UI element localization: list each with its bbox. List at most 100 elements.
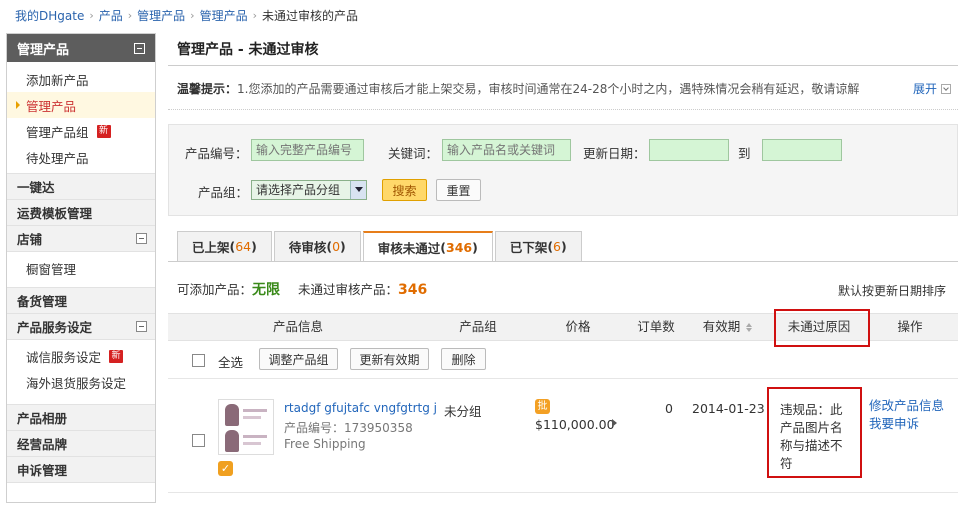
product-group-select[interactable]: 请选择产品分组 [251,180,367,200]
delete-button[interactable]: 删除 [441,348,486,370]
product-group-select-value: 请选择产品分组 [256,183,341,197]
failed-count: 346 [398,282,428,298]
summary-bar: 可添加产品：无限 未通过审核产品：346 [177,279,427,299]
new-badge: 新 [96,124,111,138]
sidebar: 管理产品 添加新产品 管理产品 管理产品组新 待处理产品 一键达 运费模板管理 … [6,33,156,503]
divider [168,109,958,110]
date-to-input[interactable] [762,139,842,161]
sidebar-group-label: 申诉管理 [17,463,68,478]
caret-right-icon[interactable] [612,419,617,427]
sidebar-item-manage-products[interactable]: 管理产品 [7,92,155,118]
expand-label: 展开 [912,82,937,96]
sidebar-group-label: 备货管理 [17,294,68,309]
sidebar-item-add-product[interactable]: 添加新产品 [7,66,155,92]
page-title: 管理产品 - 未通过审核 [168,33,958,66]
tab-listed[interactable]: 已上架(64) [177,231,272,261]
breadcrumb-link-products[interactable]: 产品 [99,7,123,24]
sidebar-item-pending-products[interactable]: 待处理产品 [7,144,155,170]
collapse-icon[interactable] [136,233,147,244]
sidebar-group-label: 经营品牌 [17,437,68,452]
product-code-input[interactable] [251,139,364,161]
date-from-input[interactable] [649,139,729,161]
collapse-icon[interactable] [134,42,145,54]
sidebar-group-service-settings[interactable]: 产品服务设定 [7,313,155,340]
bulk-actions-bar: 全选 调整产品组 更新有效期 删除 [168,345,958,375]
tab-pending-review[interactable]: 待审核(0) [273,231,361,261]
addable-label: 可添加产品： [177,282,253,297]
sidebar-item-integrity-service[interactable]: 诚信服务设定新 [7,343,155,369]
sidebar-header-manage-products[interactable]: 管理产品 [7,34,155,62]
sidebar-item-label: 诚信服务设定 [26,349,102,365]
tab-count: 346 [446,240,473,255]
column-header-expiry[interactable]: 有效期 [688,314,768,342]
sidebar-group-store[interactable]: 店铺 [7,225,155,252]
appeal-link[interactable]: 我要申诉 [869,415,944,433]
expiry-date: 2014-01-23 [692,401,765,416]
tab-count: 64 [235,239,252,254]
breadcrumb-separator: › [190,8,195,22]
product-group-label: 产品组： [198,185,249,200]
wholesale-badge-icon: 批 [535,399,550,414]
highlight-box [774,309,870,347]
sidebar-group-stock[interactable]: 备货管理 [7,287,155,314]
sidebar-group-freight-template[interactable]: 运费模板管理 [7,199,155,226]
sidebar-item-product-groups[interactable]: 管理产品组新 [7,118,155,144]
shipping-label: Free Shipping [284,437,366,451]
update-expiry-button[interactable]: 更新有效期 [350,348,429,370]
sidebar-item-label: 橱窗管理 [26,261,77,277]
tab-label: 审核未通过 [377,241,441,256]
sidebar-submenu-service: 诚信服务设定新 海外退货服务设定 [7,340,155,398]
keyword-input[interactable] [442,139,571,161]
fail-reason-text: 违规品：此产品图片名称与描述不符 [780,402,843,471]
tab-review-failed[interactable]: 审核未通过(346) [362,231,493,262]
status-tabs: 已上架(64) 待审核(0) 审核未通过(346) 已下架(6) [177,231,584,262]
product-thumbnail[interactable] [218,399,274,455]
breadcrumb-link-manage-products-2[interactable]: 管理产品 [200,7,248,24]
select-all-checkbox[interactable] [192,354,205,367]
reset-button[interactable]: 重置 [436,179,481,201]
expand-link[interactable]: 展开 [913,80,951,97]
tab-delisted[interactable]: 已下架(6) [494,231,582,261]
price-value: $110,000.00 [535,417,615,432]
tab-label: 已下架 [509,240,548,255]
adjust-group-button[interactable]: 调整产品组 [259,348,338,370]
product-code: 产品编号：173950358 [284,421,413,435]
sidebar-group-appeal[interactable]: 申诉管理 [7,456,155,483]
keyword-label: 关键词： [388,146,439,161]
sidebar-group-yijianda[interactable]: 一键达 [7,173,155,200]
product-group-value: 未分组 [444,404,482,419]
row-actions: 修改产品信息 我要申诉 [869,397,944,433]
select-all-label: 全选 [218,355,244,370]
sidebar-group-label: 一键达 [17,180,55,195]
sidebar-group-brand[interactable]: 经营品牌 [7,430,155,457]
row-checkbox[interactable] [192,434,205,447]
collapse-icon[interactable] [136,321,147,332]
breadcrumb-link-manage-products[interactable]: 管理产品 [137,7,185,24]
sidebar-item-showcase[interactable]: 橱窗管理 [7,255,155,281]
sidebar-item-overseas-return[interactable]: 海外退货服务设定 [7,369,155,395]
sidebar-item-label: 添加新产品 [26,72,89,88]
sidebar-group-label: 运费模板管理 [17,206,93,221]
sidebar-item-label: 管理产品 [26,98,77,114]
sidebar-group-label: 产品服务设定 [17,320,93,335]
column-header-product-group: 产品组 [459,319,497,334]
date-to-label: 到 [738,146,751,161]
breadcrumb-link-my-dhgate[interactable]: 我的DHgate [15,7,84,24]
column-header-actions: 操作 [897,319,923,334]
addable-value: 无限 [252,282,281,298]
column-header-price: 价格 [565,319,591,334]
edit-product-link[interactable]: 修改产品信息 [869,397,944,415]
column-header-orders: 订单数 [637,319,675,334]
product-name-link[interactable]: rtadgf gfujtafc vngfgtrtg j [284,401,437,415]
sidebar-group-label: 产品相册 [17,411,68,426]
sort-icon[interactable] [746,323,753,332]
search-button[interactable]: 搜索 [382,179,427,201]
chevron-down-icon [941,83,951,94]
main-content: 管理产品 - 未通过审核 温馨提示： 1.您添加的产品需要通过审核后才能上架交易… [168,33,958,493]
tab-label: 已上架 [192,240,230,255]
sidebar-group-album[interactable]: 产品相册 [7,404,155,431]
order-count: 0 [665,401,673,416]
sidebar-submenu: 添加新产品 管理产品 管理产品组新 待处理产品 [7,62,155,174]
verified-check-icon: ✓ [218,461,233,476]
failed-label: 未通过审核产品： [298,282,399,297]
